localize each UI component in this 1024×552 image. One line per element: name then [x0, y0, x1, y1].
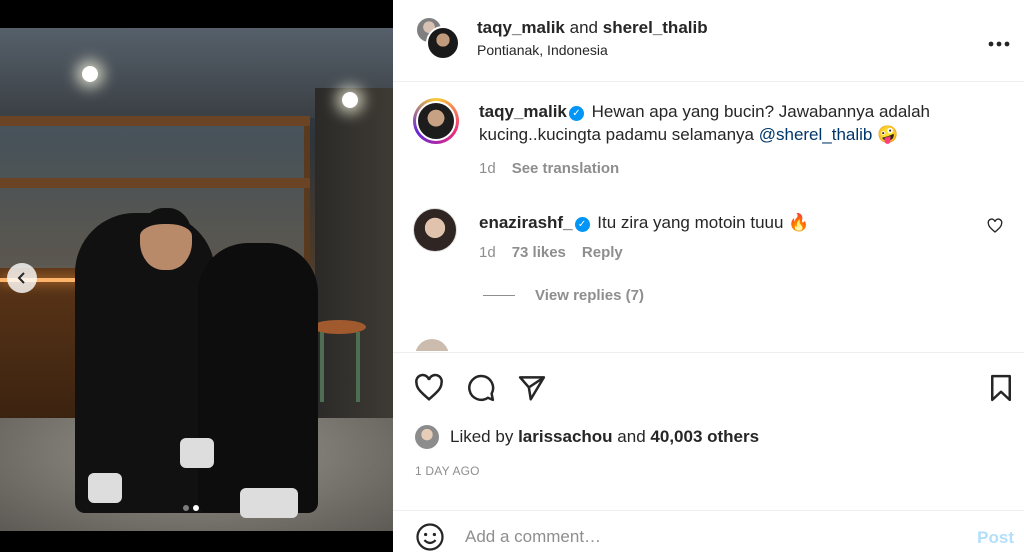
add-comment-bar: Post: [393, 510, 1024, 552]
author-link[interactable]: taqy_malik: [477, 18, 565, 37]
comment-likes-count[interactable]: 73 likes: [512, 244, 566, 261]
comment-item-partial: [415, 339, 735, 351]
send-icon[interactable]: [517, 373, 547, 403]
heart-icon[interactable]: [414, 373, 444, 403]
avatar[interactable]: [413, 98, 459, 144]
collab-avatars[interactable]: [415, 16, 461, 60]
view-replies-label: View replies (7): [535, 287, 644, 304]
authors-connector: and: [569, 18, 598, 37]
post-header: taqy_malik and sherel_thalib Pontianak, …: [393, 0, 1024, 82]
liked-by-conjunction: and: [617, 427, 646, 446]
carousel-prev-button[interactable]: [7, 263, 37, 293]
avatar: [415, 425, 439, 449]
location-link[interactable]: Pontianak, Indonesia: [477, 42, 608, 58]
comment-username[interactable]: enazirashf_: [479, 213, 573, 232]
post-actions: [393, 352, 1024, 422]
caption-mention[interactable]: @sherel_thalib: [759, 125, 873, 144]
post-authors: taqy_malik and sherel_thalib: [477, 18, 708, 38]
avatar: [426, 26, 460, 60]
post-detail-panel: taqy_malik and sherel_thalib Pontianak, …: [393, 0, 1024, 552]
comment-time[interactable]: 1d: [479, 244, 496, 261]
comment-emoji: 🔥: [788, 213, 810, 232]
likes-count-button[interactable]: 40,003 others: [650, 427, 759, 447]
emoji-icon[interactable]: [415, 522, 445, 552]
caption-emoji: 🤪: [877, 125, 899, 144]
bookmark-icon[interactable]: [986, 373, 1016, 403]
more-horizontal-icon: [988, 41, 1010, 47]
author-link[interactable]: sherel_thalib: [603, 18, 708, 37]
carousel-indicator: [183, 505, 199, 511]
carousel-dot-active: [193, 505, 199, 511]
comments-list[interactable]: taqy_malik ✓ Hewan apa yang bucin? Jawaba…: [393, 83, 1024, 351]
post-media: [0, 0, 393, 552]
chevron-left-icon: [17, 272, 25, 284]
comment-icon[interactable]: [466, 373, 496, 403]
liked-by-user[interactable]: larissachou: [518, 427, 613, 447]
heart-icon[interactable]: [987, 218, 1003, 234]
comment-meta: 1d 73 likes Reply: [479, 244, 623, 261]
post-photo[interactable]: [0, 28, 393, 531]
comment-input[interactable]: [465, 523, 945, 551]
post-timestamp[interactable]: 1 DAY AGO: [415, 464, 480, 478]
comment-body: enazirashf_ ✓ Itu zira yang motoin tuuu 🔥: [479, 211, 979, 234]
caption-time[interactable]: 1d: [479, 160, 496, 177]
comment-text: Itu zira yang motoin tuuu: [597, 213, 784, 232]
avatar: [415, 339, 449, 351]
verified-badge-icon: ✓: [568, 106, 584, 121]
liked-by-prefix: Liked by: [450, 427, 514, 446]
verified-badge-icon: ✓: [574, 217, 590, 232]
view-replies-button[interactable]: View replies (7): [483, 287, 644, 304]
avatar[interactable]: [413, 208, 457, 252]
caption-username[interactable]: taqy_malik: [479, 102, 567, 121]
caption-meta: 1d See translation: [479, 160, 619, 177]
replies-divider: [483, 295, 515, 296]
carousel-dot: [183, 505, 189, 511]
reply-button[interactable]: Reply: [582, 244, 623, 261]
more-options-button[interactable]: [988, 27, 1010, 53]
see-translation-button[interactable]: See translation: [512, 160, 620, 177]
liked-by: Liked by larissachou and 40,003 others: [415, 425, 759, 449]
post-comment-button[interactable]: Post: [977, 528, 1014, 548]
caption-body: taqy_malik ✓ Hewan apa yang bucin? Jawaba…: [479, 100, 979, 146]
